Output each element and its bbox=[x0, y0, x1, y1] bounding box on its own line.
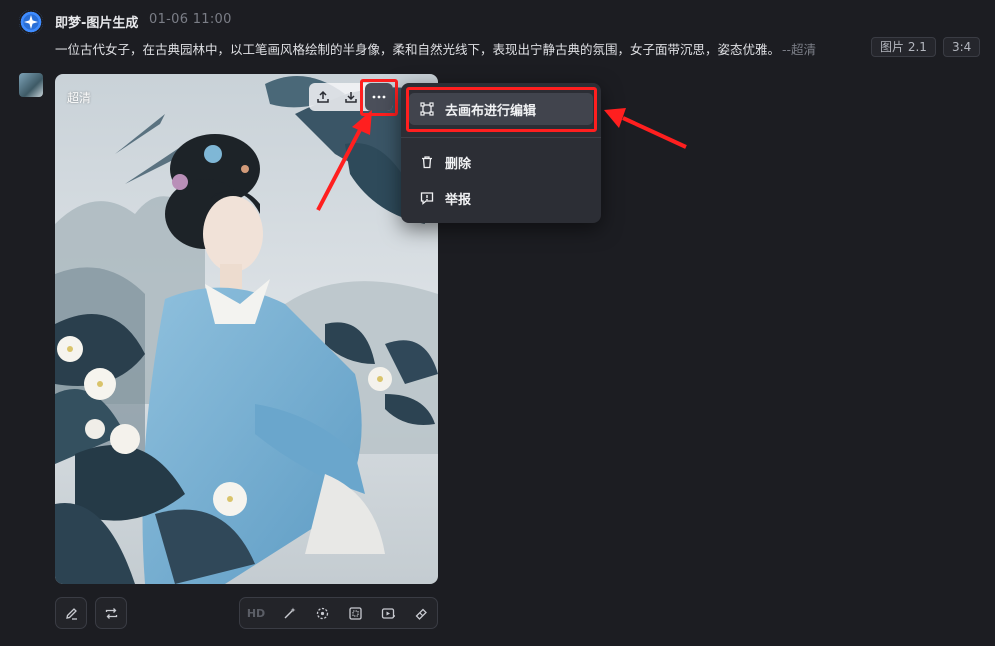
prompt-text: 一位古代女子，在古典园林中，以工笔画风格绘制的半身像，柔和自然光线下，表现出宁静… bbox=[55, 39, 816, 58]
menu-item-report[interactable]: 举报 bbox=[409, 182, 593, 214]
prompt-body: 一位古代女子，在古典园林中，以工笔画风格绘制的半身像，柔和自然光线下，表现出宁静… bbox=[55, 42, 781, 57]
generated-image[interactable] bbox=[55, 74, 438, 584]
menu-item-label: 删除 bbox=[445, 156, 472, 172]
sender-name: 即梦-图片生成 bbox=[55, 16, 139, 31]
timestamp: 01-06 11:00 bbox=[149, 12, 232, 27]
report-icon bbox=[419, 190, 435, 206]
expand-frame-button[interactable] bbox=[339, 597, 371, 629]
inpaint-button[interactable] bbox=[306, 597, 338, 629]
annotation-highlight-edit bbox=[406, 87, 597, 132]
generate-video-button[interactable] bbox=[372, 597, 404, 629]
hd-upscale-button[interactable]: HD bbox=[240, 597, 272, 629]
pencil-icon bbox=[65, 607, 77, 620]
eraser-icon bbox=[415, 608, 427, 620]
prompt-suffix: --超清 bbox=[782, 42, 817, 57]
magic-wand-icon bbox=[284, 607, 295, 618]
regenerate-button[interactable] bbox=[95, 597, 127, 629]
upload-icon bbox=[317, 90, 329, 103]
painting-illustration bbox=[55, 74, 438, 584]
sparkle-icon bbox=[24, 15, 38, 29]
app-logo bbox=[19, 10, 43, 34]
trash-icon bbox=[419, 154, 435, 170]
eraser-button[interactable] bbox=[405, 597, 437, 629]
arrow-to-canvas-edit bbox=[604, 108, 687, 149]
edit-prompt-button[interactable] bbox=[55, 597, 87, 629]
upload-button[interactable] bbox=[309, 83, 337, 111]
ratio-tag[interactable]: 3:4 bbox=[943, 37, 981, 57]
menu-item-delete[interactable]: 删除 bbox=[409, 146, 593, 178]
menu-item-label: 举报 bbox=[445, 192, 472, 208]
dashed-circle-icon bbox=[316, 607, 328, 619]
model-tag[interactable]: 图片 2.1 bbox=[871, 37, 936, 57]
menu-divider bbox=[401, 137, 601, 138]
video-icon bbox=[381, 607, 395, 619]
expand-frame-icon bbox=[348, 606, 362, 620]
quality-badge: 超清 bbox=[67, 91, 92, 105]
magic-wand-button[interactable] bbox=[273, 597, 305, 629]
download-icon bbox=[345, 92, 357, 103]
regenerate-icon bbox=[105, 607, 117, 619]
avatar bbox=[19, 73, 43, 97]
annotation-highlight-more bbox=[360, 79, 398, 116]
